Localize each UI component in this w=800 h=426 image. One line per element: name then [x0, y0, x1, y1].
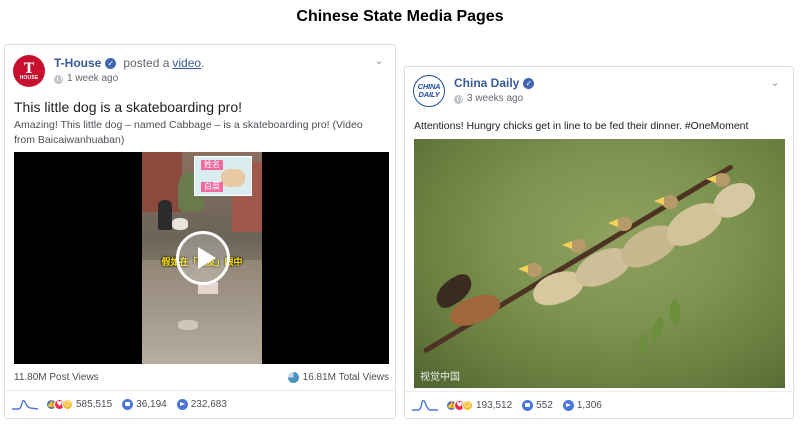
photo-chick-head [570, 239, 586, 253]
photo-chick-beak [654, 197, 664, 205]
post-action-end: . [201, 56, 205, 70]
photo-seed-pod [670, 299, 680, 325]
photo-chick-beak [706, 175, 716, 183]
share-count[interactable]: 232,683 [191, 399, 227, 410]
photo-watermark: 视觉中国 [420, 372, 460, 383]
comment-count[interactable]: 552 [536, 400, 553, 411]
post-action-text: posted a [123, 56, 170, 70]
photo-chick-head [662, 195, 678, 209]
divider [5, 390, 397, 391]
total-views: 16.81M Total Views [302, 372, 389, 383]
video-scene-person [158, 200, 172, 230]
chevron-down-icon[interactable]: ⌄ [769, 77, 781, 89]
post-timestamp[interactable]: 3 weeks ago [467, 93, 523, 105]
globe-icon [454, 94, 463, 104]
post-meta: T-House ✓ posted a video. 1 week ago [54, 55, 204, 85]
reaction-icons[interactable]: 👍 ♥ ☺ [46, 398, 73, 410]
sparkline-icon[interactable] [412, 399, 438, 411]
page-name-link[interactable]: China Daily [454, 75, 519, 91]
post-header: T HOUSE T-House ✓ posted a video. 1 week… [13, 55, 204, 87]
photo-chick-beak [518, 265, 528, 273]
views-pie-icon [287, 372, 299, 383]
comment-icon [522, 399, 534, 411]
video-link[interactable]: video [172, 55, 201, 71]
post-meta: China Daily ✓ 3 weeks ago [454, 75, 535, 105]
avatar-logo-line: DAILY [418, 90, 440, 99]
comment-icon [122, 398, 134, 410]
engagement-stats: 👍 ♥ ☺ 585,515 36,194 232,683 [12, 398, 227, 410]
post-text: Amazing! This little dog – named Cabbage… [14, 119, 363, 146]
post-header: CHINA DAILY China Daily ✓ 3 weeks ago [413, 75, 535, 107]
reaction-count[interactable]: 585,515 [76, 399, 112, 410]
photo-seed-pod [647, 316, 667, 344]
engagement-stats: 👍 ♥ ☺ 193,512 552 1,306 [412, 399, 602, 411]
badge-dog-image [221, 169, 245, 187]
comment-count[interactable]: 36,194 [136, 399, 167, 410]
badge-label-name: 姓名 [201, 160, 223, 170]
photo-chick-beak [562, 241, 572, 249]
haha-reaction-icon: ☺ [62, 398, 73, 410]
views-row: 11.80M Post Views 16.81M Total Views [14, 372, 389, 383]
sparkline-icon[interactable] [12, 398, 38, 410]
photo-chick-head [616, 217, 632, 231]
video-player[interactable]: 姓名 白菜 假如在「板友」眼中 [14, 152, 389, 364]
avatar-logo-sub: HOUSE [19, 75, 39, 81]
photo-chick-head [714, 173, 730, 187]
post-views: 11.80M Post Views [14, 372, 99, 383]
page-avatar[interactable]: CHINA DAILY [413, 75, 445, 107]
photo-chick-beak [608, 219, 618, 227]
video-name-badge: 姓名 白菜 [194, 156, 252, 196]
wow-reaction-icon: ☺ [462, 399, 473, 411]
photo-chick-head [526, 263, 542, 277]
post-photo[interactable]: 视觉中国 [414, 139, 785, 388]
page-avatar[interactable]: T HOUSE [13, 55, 45, 87]
post-timestamp[interactable]: 1 week ago [67, 73, 118, 85]
share-icon [176, 398, 188, 410]
video-scene-dog [172, 218, 188, 230]
play-icon[interactable] [176, 231, 230, 285]
globe-icon [54, 74, 63, 84]
chevron-down-icon[interactable]: ⌄ [373, 55, 385, 67]
share-count[interactable]: 1,306 [577, 400, 602, 411]
badge-label-value: 白菜 [201, 182, 223, 192]
verified-icon: ✓ [105, 57, 117, 69]
post-card-t-house: T HOUSE T-House ✓ posted a video. 1 week… [4, 44, 397, 419]
divider [405, 391, 795, 392]
reaction-count[interactable]: 193,512 [476, 400, 512, 411]
post-card-china-daily: CHINA DAILY China Daily ✓ 3 weeks ago ⌄ … [404, 66, 795, 419]
photo-seed-pod [639, 335, 647, 355]
page-heading: Chinese State Media Pages [296, 8, 504, 25]
share-icon [562, 399, 574, 411]
post-title: This little dog is a skateboarding pro! [14, 99, 243, 115]
video-scene-dog-skateboard [178, 320, 198, 330]
post-text: Attentions! Hungry chicks get in line to… [414, 120, 749, 132]
avatar-logo-letter: T [23, 61, 35, 77]
verified-icon: ✓ [523, 77, 535, 89]
total-views-wrap: 16.81M Total Views [287, 372, 389, 383]
reaction-icons[interactable]: 👍 ♥ ☺ [446, 399, 473, 411]
page-name-link[interactable]: T-House [54, 55, 101, 71]
